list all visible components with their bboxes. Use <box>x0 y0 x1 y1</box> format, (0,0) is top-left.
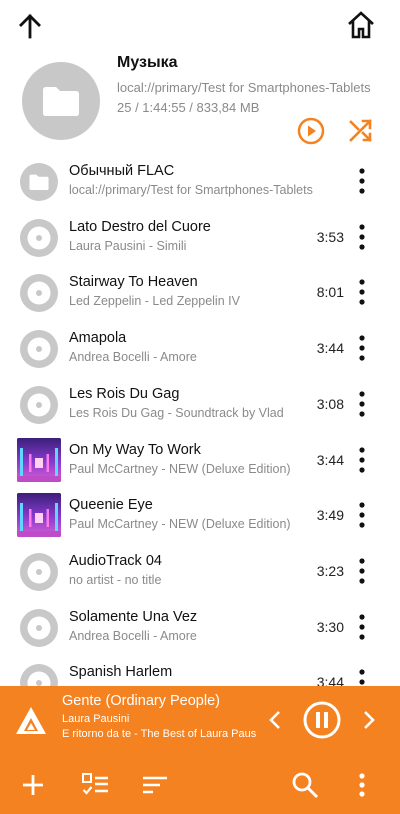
item-subtitle: Paul McCartney - NEW (Deluxe Edition) <box>69 517 291 532</box>
item-subtitle: Laura Pausini - Simili <box>69 238 187 253</box>
more-vertical-icon[interactable] <box>352 334 372 362</box>
folder-title: Музыка <box>117 54 178 71</box>
disc-icon <box>27 226 51 250</box>
more-vertical-icon[interactable] <box>352 446 372 474</box>
album-art <box>17 437 61 482</box>
album-art-icon <box>17 437 61 482</box>
item-duration: 3:08 <box>316 395 344 412</box>
disc-icon <box>27 393 51 417</box>
item-title: Queenie Eye <box>69 497 153 514</box>
item-subtitle: local://primary/Test for Smartphones-Tab… <box>69 183 313 197</box>
folder-stats: 25 / 1:44:55 / 833,84 MB <box>117 100 260 115</box>
shuffle-icon[interactable] <box>346 116 376 146</box>
chevron-left-icon[interactable] <box>264 706 286 734</box>
item-title: Spanish Harlem <box>69 664 173 681</box>
more-vertical-icon[interactable] <box>352 167 372 195</box>
item-title: On My Way To Work <box>69 441 201 458</box>
disc-icon <box>27 616 51 640</box>
item-title: AudioTrack 04 <box>69 552 162 569</box>
item-title: Lato Destro del Cuore <box>69 218 211 235</box>
more-vertical-icon[interactable] <box>352 223 372 251</box>
plus-icon[interactable] <box>18 770 48 800</box>
now-playing-artist: Laura Pausini <box>62 713 130 725</box>
item-title: Amapola <box>69 330 127 347</box>
track-row[interactable]: Stairway To Heaven Led Zeppelin - Led Zep… <box>0 264 400 320</box>
album-art <box>17 493 61 538</box>
item-subtitle: Andrea Bocelli - Amore <box>69 628 197 643</box>
item-title: Обычный FLAC <box>69 163 175 179</box>
app-logo-icon <box>16 707 46 734</box>
item-duration: 3:44 <box>316 451 344 468</box>
track-thumbnail <box>20 385 58 424</box>
now-playing-title: Gente (Ordinary People) <box>62 693 220 709</box>
disc-icon <box>27 281 51 305</box>
checklist-icon[interactable] <box>80 770 110 800</box>
play-circle-icon[interactable] <box>296 116 326 146</box>
item-title: Les Rois Du Gag <box>69 385 180 402</box>
track-row[interactable]: On My Way To Work Paul McCartney - NEW (D… <box>0 432 400 488</box>
item-duration: 3:53 <box>316 228 344 245</box>
item-title: Solamente Una Vez <box>69 608 198 625</box>
more-vertical-icon[interactable] <box>347 770 377 800</box>
item-subtitle: Les Rois Du Gag - Soundtrack by Vlad <box>69 405 284 420</box>
bottom-toolbar <box>0 754 400 814</box>
search-icon[interactable] <box>290 770 320 800</box>
track-thumbnail <box>20 552 58 591</box>
more-vertical-icon[interactable] <box>352 501 372 529</box>
item-subtitle: Andrea Bocelli - Amore <box>69 350 197 365</box>
more-vertical-icon[interactable] <box>352 278 372 306</box>
track-row[interactable]: AudioTrack 04 no artist - no title 3:23 <box>0 543 400 599</box>
track-thumbnail <box>20 218 58 257</box>
now-playing-bar[interactable]: Gente (Ordinary People) Laura Pausini E … <box>0 686 400 754</box>
arrow-up-icon[interactable] <box>14 10 46 42</box>
track-thumbnail <box>20 608 58 647</box>
folder-thumbnail <box>20 163 58 201</box>
track-row[interactable]: Lato Destro del Cuore Laura Pausini - Sim… <box>0 209 400 265</box>
home-icon[interactable] <box>344 8 378 42</box>
track-thumbnail <box>20 330 58 369</box>
item-title: Stairway To Heaven <box>69 274 198 291</box>
folder-thumbnail <box>22 62 100 140</box>
folder-row[interactable]: Обычный FLAC local://primary/Test for Sma… <box>0 153 400 209</box>
folder-header: Музыка local://primary/Test for Smartpho… <box>0 52 400 156</box>
track-row[interactable]: Queenie Eye Paul McCartney - NEW (Deluxe … <box>0 487 400 543</box>
folder-icon <box>29 174 49 190</box>
item-duration: 3:23 <box>316 562 344 579</box>
now-playing-album: E ritorno da te - The Best of Laura Paus… <box>62 728 256 740</box>
pause-circle-icon[interactable] <box>302 700 342 740</box>
album-art-icon <box>17 493 61 538</box>
item-duration: 8:01 <box>316 284 344 301</box>
more-vertical-icon[interactable] <box>352 557 372 585</box>
item-subtitle: Paul McCartney - NEW (Deluxe Edition) <box>69 461 291 476</box>
folder-path: local://primary/Test for Smartphones-Tab… <box>117 80 371 95</box>
more-vertical-icon[interactable] <box>352 390 372 418</box>
item-duration: 3:49 <box>316 507 344 524</box>
chevron-right-icon[interactable] <box>358 706 380 734</box>
more-vertical-icon[interactable] <box>352 613 372 641</box>
track-row[interactable]: Solamente Una Vez Andrea Bocelli - Amore 3… <box>0 599 400 655</box>
track-row[interactable]: Amapola Andrea Bocelli - Amore 3:44 <box>0 320 400 376</box>
item-duration: 3:30 <box>316 618 344 635</box>
item-duration: 3:44 <box>316 340 344 357</box>
item-subtitle: no artist - no title <box>69 572 162 587</box>
folder-icon <box>43 87 79 116</box>
item-subtitle: Led Zeppelin - Led Zeppelin IV <box>69 294 240 309</box>
sort-lines-icon[interactable] <box>140 770 170 800</box>
top-bar <box>0 0 400 52</box>
track-thumbnail <box>20 274 58 313</box>
track-row[interactable]: Les Rois Du Gag Les Rois Du Gag - Soundtr… <box>0 376 400 432</box>
disc-icon <box>27 560 51 584</box>
disc-icon <box>27 337 51 361</box>
